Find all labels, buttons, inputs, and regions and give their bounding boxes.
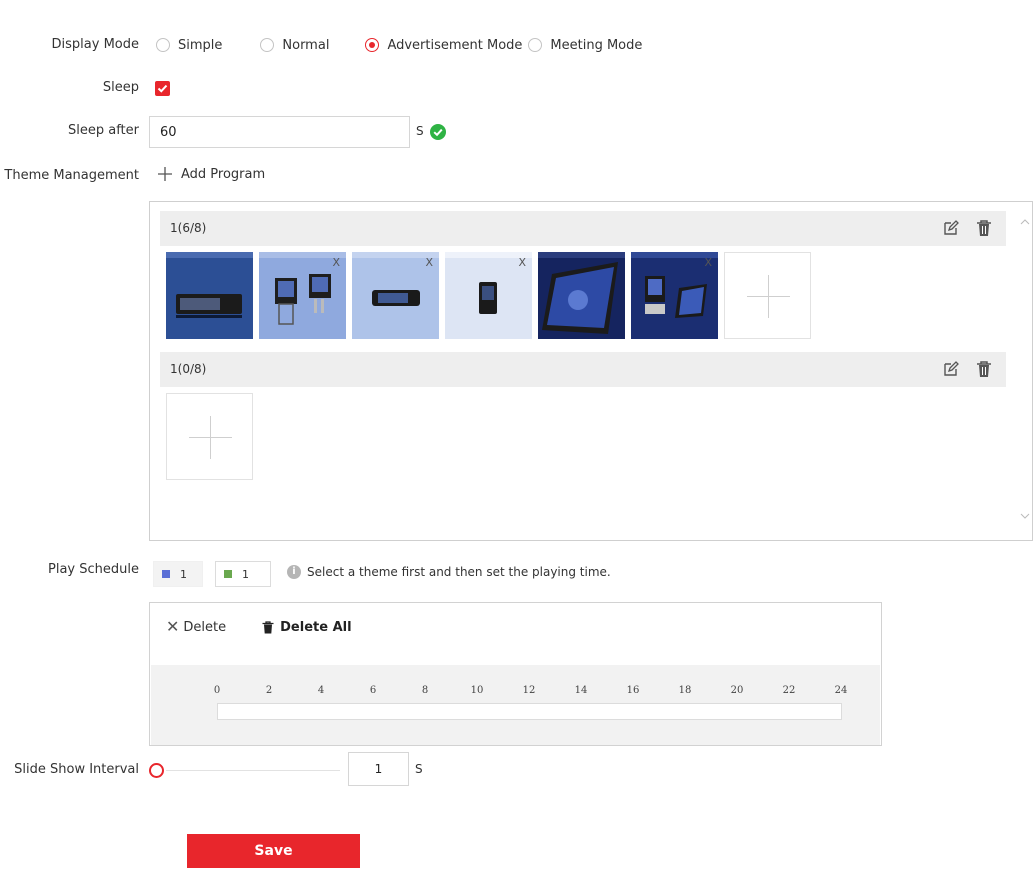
scroll-down-icon[interactable] [1020, 512, 1030, 520]
radio-advertisement-dot[interactable] [365, 38, 380, 52]
slide-interval-unit: S [415, 762, 423, 776]
timeline-tick: 20 [730, 685, 744, 696]
radio-normal-dot[interactable] [260, 38, 275, 52]
schedule-toolbar: ✕ Delete Delete All [166, 619, 388, 635]
play-schedule-label: Play Schedule [48, 562, 139, 577]
legend-color-swatch [224, 570, 232, 578]
schedule-timeline-bar[interactable] [217, 703, 842, 720]
device-display-image [166, 252, 253, 339]
thumbnail-5[interactable] [538, 252, 625, 339]
timeline-tick: 16 [626, 685, 640, 696]
sleep-after-input[interactable] [149, 116, 410, 148]
timeline-tick: 22 [782, 685, 796, 696]
delete-label: Delete [183, 619, 227, 635]
legend-color-swatch [162, 570, 170, 578]
slide-interval-input[interactable]: 1 [348, 752, 409, 786]
legend-chip-value: 1 [242, 567, 249, 581]
theme-panel: 1(6/8) X X X X 1(0/8) [149, 201, 1033, 541]
radio-advertisement-mode[interactable]: Advertisement Mode [365, 38, 522, 53]
trash-icon [262, 620, 274, 633]
edit-icon[interactable] [942, 360, 960, 378]
thumbnail-6[interactable]: X [631, 252, 718, 339]
plus-icon [158, 167, 172, 181]
display-mode-radio-group: Simple Normal Advertisement Mode Meeting… [156, 36, 652, 54]
schedule-hint: i Select a theme first and then set the … [287, 565, 611, 579]
schedule-timeline-area: 0 2 4 6 8 10 12 14 16 18 20 22 24 [151, 665, 880, 745]
scroll-up-icon[interactable] [1020, 218, 1030, 226]
valid-check-icon [430, 124, 446, 140]
add-program-label: Add Program [181, 166, 266, 182]
add-thumbnail-tile[interactable] [724, 252, 811, 339]
remove-thumbnail-icon[interactable]: X [332, 256, 340, 269]
sleep-after-label: Sleep after [68, 123, 139, 138]
slide-interval-slider-track[interactable] [166, 770, 340, 771]
remove-thumbnail-icon[interactable]: X [425, 256, 433, 269]
timeline-tick: 4 [317, 685, 325, 696]
device-tablet-image [538, 252, 625, 339]
radio-normal-label: Normal [282, 37, 330, 53]
remove-thumbnail-icon[interactable]: X [704, 256, 712, 269]
radio-simple[interactable]: Simple [156, 38, 222, 53]
radio-simple-label: Simple [178, 37, 223, 53]
timeline-tick: 0 [213, 685, 221, 696]
sleep-after-unit: S [416, 124, 424, 138]
timeline-tick: 12 [522, 685, 536, 696]
radio-simple-dot[interactable] [156, 38, 170, 52]
trash-icon[interactable] [976, 360, 992, 378]
thumbnail-3[interactable]: X [352, 252, 439, 339]
timeline-tick: 8 [421, 685, 429, 696]
theme-thumbnails-2 [166, 393, 253, 480]
schedule-legend-chip-1[interactable]: 1 [153, 561, 203, 587]
sleep-checkbox[interactable] [155, 81, 170, 96]
timeline-tick: 18 [678, 685, 692, 696]
timeline-tick: 14 [574, 685, 588, 696]
schedule-hint-text: Select a theme first and then set the pl… [307, 565, 611, 579]
legend-chip-value: 1 [180, 567, 187, 581]
delete-button[interactable]: ✕ Delete [166, 619, 226, 635]
edit-icon[interactable] [942, 219, 960, 237]
theme-header-1: 1(6/8) [160, 211, 1006, 246]
save-button[interactable]: Save [187, 834, 360, 868]
radio-advertisement-label: Advertisement Mode [387, 37, 523, 53]
trash-icon[interactable] [976, 219, 992, 237]
theme-thumbnails-1: X X X X [166, 252, 811, 339]
sleep-label: Sleep [102, 80, 139, 95]
timeline-tick: 6 [369, 685, 377, 696]
remove-thumbnail-icon[interactable]: X [518, 256, 526, 269]
thumbnail-2[interactable]: X [259, 252, 346, 339]
radio-meeting-label: Meeting Mode [550, 37, 643, 53]
close-icon: ✕ [166, 617, 180, 636]
delete-all-label: Delete All [280, 619, 352, 635]
theme-management-label: Theme Management [4, 168, 139, 183]
thumbnail-1[interactable] [166, 252, 253, 339]
add-thumbnail-tile[interactable] [166, 393, 253, 480]
radio-normal[interactable]: Normal [260, 38, 329, 53]
theme-header-2: 1(0/8) [160, 352, 1006, 387]
timeline-tick: 2 [265, 685, 273, 696]
add-program-button[interactable]: Add Program [157, 166, 265, 182]
radio-meeting-dot[interactable] [528, 38, 543, 52]
display-mode-label: Display Mode [51, 37, 139, 52]
theme-title-1: 1(6/8) [170, 221, 207, 235]
timeline-tick: 24 [834, 685, 848, 696]
thumbnail-4[interactable]: X [445, 252, 532, 339]
timeline-tick: 10 [470, 685, 484, 696]
slide-interval-slider-handle[interactable] [149, 763, 164, 778]
slide-show-interval-label: Slide Show Interval [14, 762, 139, 777]
check-icon [157, 84, 168, 93]
schedule-panel: ✕ Delete Delete All 0 2 4 6 8 10 12 14 1… [149, 602, 882, 746]
radio-meeting-mode[interactable]: Meeting Mode [528, 38, 642, 53]
schedule-legend-chip-2[interactable]: 1 [215, 561, 271, 587]
delete-all-button[interactable]: Delete All [262, 619, 352, 635]
info-icon: i [287, 565, 301, 579]
theme-title-2: 1(0/8) [170, 362, 207, 376]
